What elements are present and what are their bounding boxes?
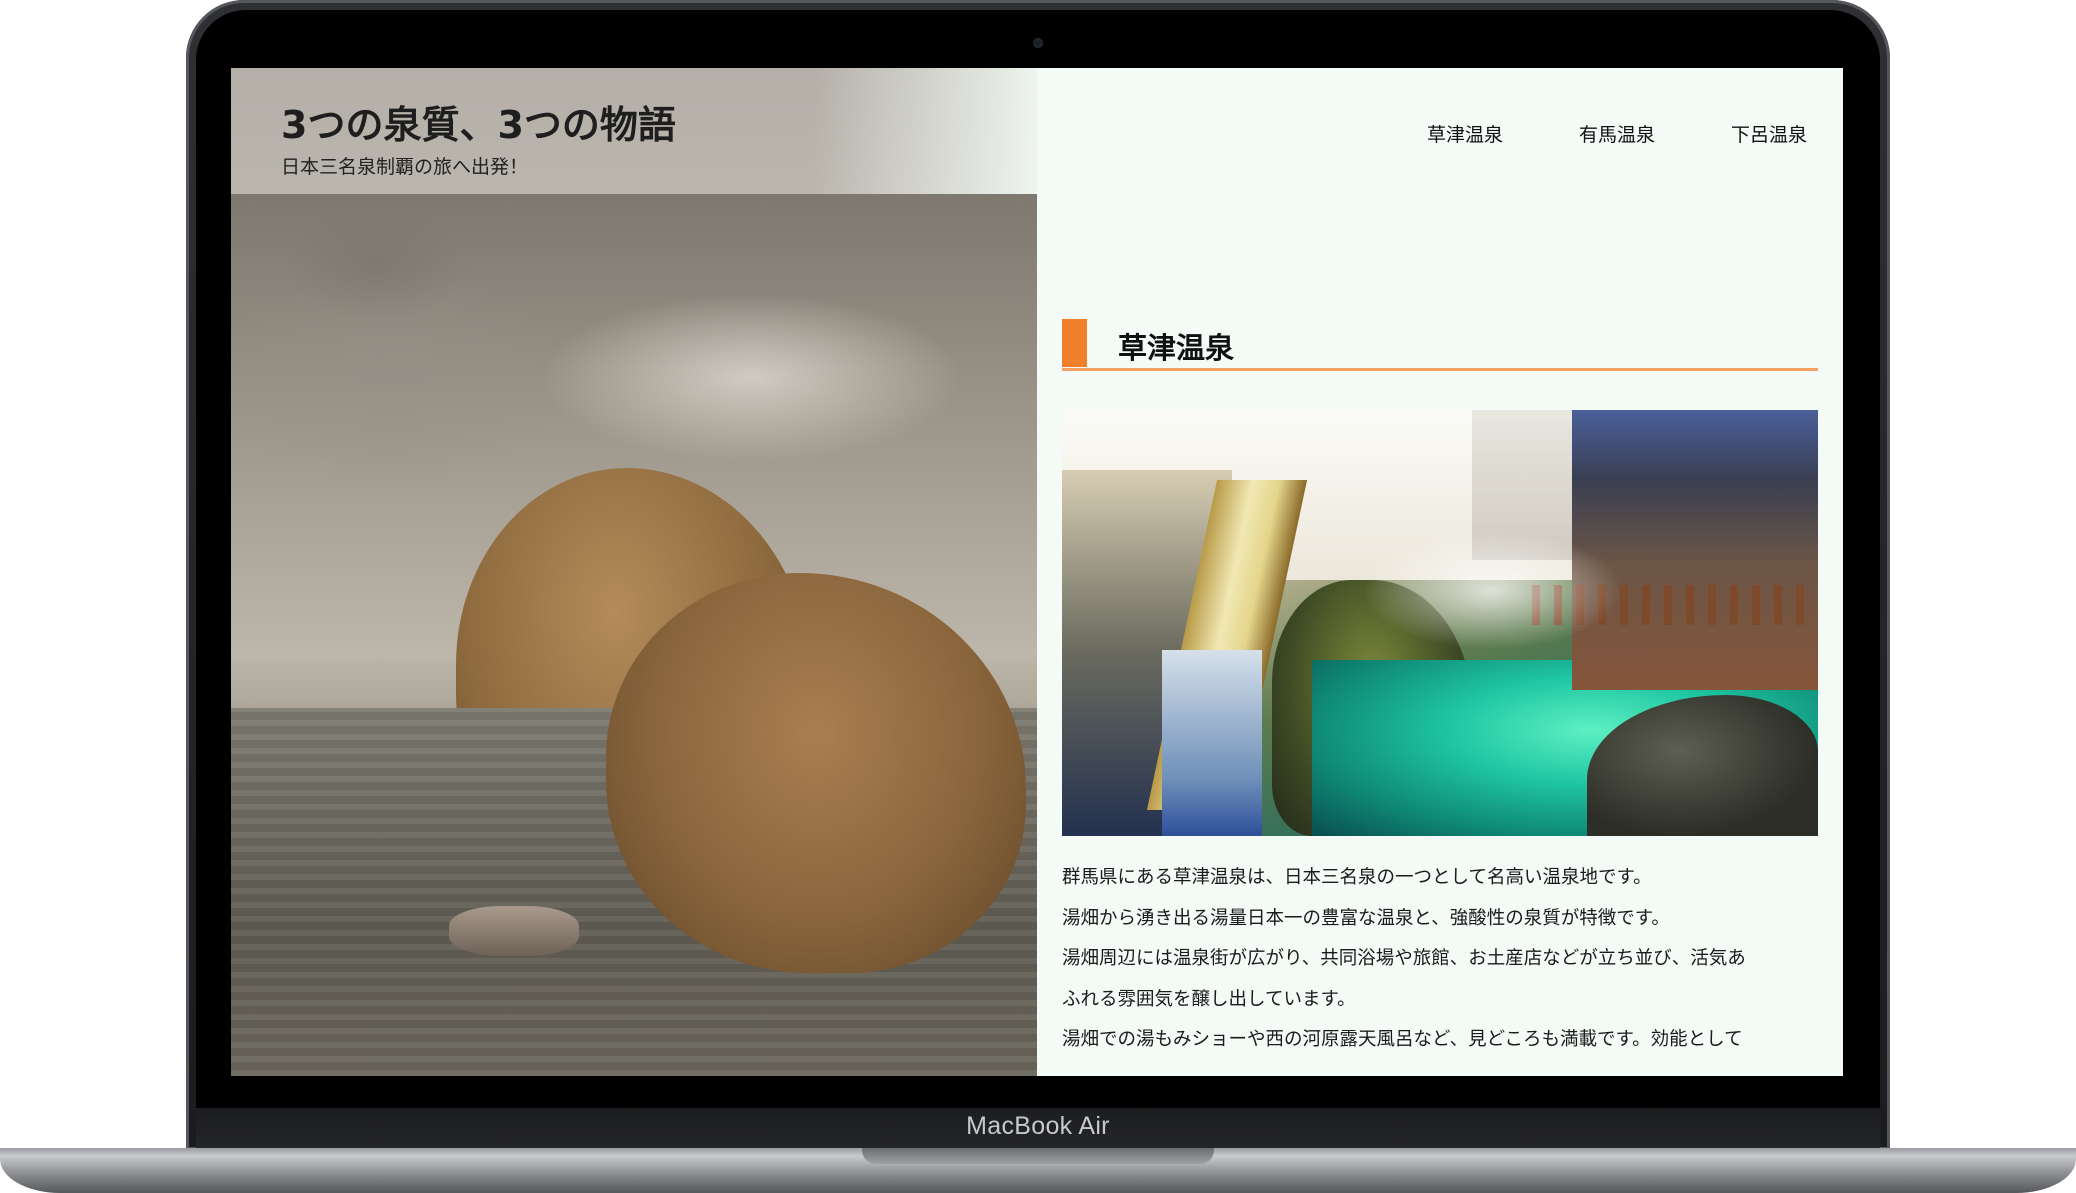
hero-image: [231, 68, 1037, 1076]
main-content: 草津温泉 群馬県にある草津温泉は、日本三名泉の一つとして名高い温泉地です。 湯畑…: [1062, 194, 1818, 1076]
site-title[interactable]: 3つの泉質、3つの物語: [281, 94, 676, 149]
photo-waterfall: [1162, 650, 1262, 836]
kusatsu-photo: [1062, 410, 1818, 836]
device-brand-label: MacBook Air: [966, 1112, 1110, 1140]
browser-screen: 3つの泉質、3つの物語 日本三名泉制覇の旅へ出発！ 草津温泉 有馬温泉 下呂温泉…: [231, 68, 1843, 1076]
section-title: 草津温泉: [1118, 331, 1235, 365]
description-line: ふれる雰囲気を醸し出しています。: [1062, 988, 1356, 1010]
section-accent-bar: [1062, 319, 1087, 367]
description-line: 湯畑から湧き出る湯量日本一の豊富な温泉と、強酸性の泉質が特徴です。: [1062, 907, 1670, 929]
nav-item-arima[interactable]: 有馬温泉: [1579, 120, 1655, 147]
site-header: 3つの泉質、3つの物語 日本三名泉制覇の旅へ出発！ 草津温泉 有馬温泉 下呂温泉: [231, 68, 1843, 194]
section-heading: 草津温泉: [1062, 319, 1818, 371]
monkey-shape: [606, 573, 1026, 973]
camera-icon: [1033, 38, 1043, 48]
laptop-opening-notch: [862, 1148, 1214, 1164]
description-line: 群馬県にある草津温泉は、日本三名泉の一つとして名高い温泉地です。: [1062, 867, 1652, 888]
nav-item-gero[interactable]: 下呂温泉: [1731, 120, 1807, 147]
description-line: 湯畑での湯もみショーや西の河原露天風呂など、見どころも満載です。効能として: [1062, 1029, 1743, 1050]
nav-item-kusatsu[interactable]: 草津温泉: [1427, 120, 1503, 147]
photo-steam: [1362, 530, 1622, 650]
section-description: 群馬県にある草津温泉は、日本三名泉の一つとして名高い温泉地です。 湯畑から湧き出…: [1062, 858, 1818, 1061]
description-line: 湯畑周辺には温泉街が広がり、共同浴場や旅館、お土産店などが立ち並び、活気あ: [1062, 948, 1746, 969]
site-subtitle: 日本三名泉制覇の旅へ出発！: [281, 156, 529, 178]
laptop-mockup: 3つの泉質、3つの物語 日本三名泉制覇の旅へ出発！ 草津温泉 有馬温泉 下呂温泉…: [0, 0, 2076, 1193]
monkey-hand-shape: [449, 906, 579, 956]
main-nav: 草津温泉 有馬温泉 下呂温泉: [1427, 120, 1807, 147]
